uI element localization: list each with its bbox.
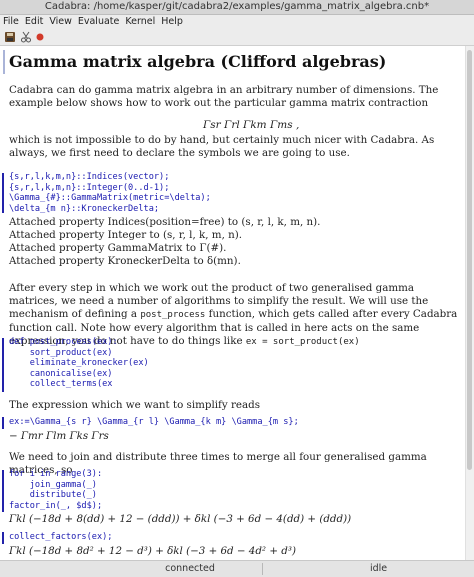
input-cell-post-process[interactable]: def post_process(ex): sort_product(ex) e…	[9, 337, 149, 390]
expression-text: The expression which we want to simplify…	[9, 399, 260, 411]
input-cell-expression[interactable]: ex:=\Gamma_{s r} \Gamma_{r l} \Gamma_{k …	[9, 417, 299, 428]
status-divider	[262, 563, 263, 575]
window-title: Cadabra: /home/kasper/git/cadabra2/examp…	[0, 0, 474, 15]
menu-bar: File Edit View Evaluate Kernel Help	[0, 15, 474, 29]
input-cell-collect[interactable]: collect_factors(ex);	[9, 532, 112, 543]
vertical-scrollbar[interactable]	[465, 46, 474, 560]
output-factored: Γkl (−18d + 8(dd) + 12 − (ddd)) + δkl (−…	[9, 513, 352, 525]
stop-icon[interactable]	[34, 31, 46, 43]
notebook-heading: Gamma matrix algebra (Clifford algebras)	[9, 52, 387, 71]
menu-kernel[interactable]: Kernel	[122, 15, 158, 29]
output-properties: Attached property Indices(position=free)…	[9, 216, 321, 267]
menu-evaluate[interactable]: Evaluate	[75, 15, 123, 29]
menu-file[interactable]: File	[0, 15, 22, 29]
toolbar	[0, 29, 474, 46]
input-cell-marker	[2, 173, 4, 213]
input-cell-marker	[2, 417, 4, 429]
cell-marker	[3, 50, 5, 74]
output-collected: Γkl (−18d + 8d² + 12 − d³) + δkl (−3 + 6…	[9, 545, 296, 557]
input-cell-marker	[2, 470, 4, 512]
menu-help[interactable]: Help	[158, 15, 186, 29]
scrollbar-thumb[interactable]	[467, 50, 472, 470]
input-cell-marker	[2, 338, 4, 392]
menu-edit[interactable]: Edit	[22, 15, 46, 29]
intro-text-2: which is not impossible to do by hand, b…	[9, 134, 435, 159]
contraction-formula: Γsr Γrl Γkm Γms ,	[203, 119, 300, 131]
cut-icon[interactable]	[20, 31, 32, 43]
menu-view[interactable]: View	[46, 15, 75, 29]
input-cell-declarations[interactable]: {s,r,l,k,m,n}::Indices(vector); {s,r,l,k,…	[9, 172, 211, 214]
save-icon[interactable]	[4, 31, 16, 43]
input-cell-loop[interactable]: for i in range(3): join_gamma(_) distrib…	[9, 469, 102, 511]
status-bar: connected idle	[0, 560, 474, 577]
kernel-connection-status: connected	[165, 563, 215, 574]
output-expression: − Γmr Γlm Γks Γrs	[9, 430, 109, 442]
intro-text: Cadabra can do gamma matrix algebra in a…	[9, 84, 439, 109]
kernel-activity-status: idle	[370, 563, 388, 574]
notebook-area[interactable]: Gamma matrix algebra (Clifford algebras)…	[0, 46, 466, 560]
input-cell-marker	[2, 532, 4, 544]
